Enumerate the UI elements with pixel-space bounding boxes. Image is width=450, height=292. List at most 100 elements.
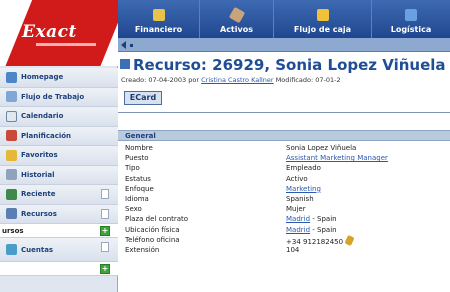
nav-flujo-de-caja[interactable]: Flujo de caja [274,0,372,38]
accounts-icon [6,244,17,255]
page-title: Recurso: 26929, Sonia Lopez Viñuela [120,56,446,74]
sidebar-menu: Homepage Flujo de Trabajo Calendario Pla… [0,68,118,276]
nav-logistica[interactable]: Logística [372,0,450,38]
field-label: Sexo [125,205,142,214]
field-label: Tipo [125,164,140,173]
resource-icon [120,59,130,69]
section-title: General [125,132,156,140]
field-row: Extensión 104 [118,246,450,256]
resources-icon [6,208,17,220]
planning-icon [6,130,17,142]
creator-link[interactable]: Cristina Castro Kallner [201,76,274,84]
page-title-text: Recurso: 26929, Sonia Lopez Viñuela [133,56,446,74]
document-icon[interactable] [101,208,109,219]
document-icon[interactable] [101,189,109,199]
field-row: Plaza del contrato Madrid - Spain [118,215,450,225]
section-header: General [118,130,450,141]
field-row: Puesto Assistant Marketing Manager [118,154,450,164]
sidebar-item-label: Flujo de Trabajo [21,92,85,101]
sidebar-subitem-resources[interactable]: ursos + [0,224,118,238]
field-value-link[interactable]: Madrid [286,215,310,223]
nav-financiero[interactable]: Financiero [118,0,200,38]
sidebar-item-label: Favoritos [21,151,58,160]
field-row: Estatus Activo [118,175,450,185]
sidebar-item-label: Historial [21,170,55,179]
ecard-button[interactable]: ECard [124,91,162,105]
field-value: Spanish [286,194,314,203]
field-value: +34 912182450 [286,237,344,246]
document-icon[interactable] [101,242,109,252]
record-meta: Creado: 07-04-2003 por Cristina Castro K… [121,76,341,84]
sidebar-item-label: Recursos [21,209,57,218]
field-row: Nombre Sonia Lopez Viñuela [118,144,450,154]
nav-activos[interactable]: Activos [200,0,274,38]
tools-icon [228,6,245,24]
resource-detail: General Nombre Sonia Lopez Viñuela Puest… [118,112,450,292]
sidebar-item-homepage[interactable]: Homepage [0,68,118,88]
field-label: Extensión [125,245,160,254]
field-value-suffix: - Spain [310,225,337,234]
nav-label: Activos [220,25,253,34]
field-value-group: +34 912182450 [286,234,355,246]
field-label: Ubicación física [125,225,180,234]
field-row: Ubicación física Madrid - Spain [118,226,450,236]
workflow-icon [6,91,17,103]
money-bag-icon [152,9,165,21]
field-value: 104 [286,245,300,254]
sidebar: Exact Homepage Flujo de Trabajo Calendar… [0,0,118,292]
meta-created: Creado: 07-04-2003 por [121,76,200,84]
sidebar-item-label: Cuentas [21,245,54,254]
field-row: Enfoque Marketing [118,185,450,195]
meta-modified: Modificado: 07-01-2 [275,76,341,84]
nav-label: Logística [390,25,432,34]
field-value: Sonia Lopez Viñuela [286,144,357,152]
field-label: Enfoque [125,184,154,193]
top-navigation: Financiero Activos Flujo de caja Logísti… [118,0,450,38]
field-row: Tipo Empleado [118,164,450,174]
field-label: Nombre [125,144,153,152]
field-value-link[interactable]: Marketing [286,185,321,193]
sidebar-item-resources[interactable]: Recursos [0,204,118,224]
field-label: Estatus [125,174,151,183]
sidebar-item-recent[interactable]: Reciente [0,185,118,205]
history-icon [6,169,17,181]
field-row: Teléfono oficina +34 912182450 [118,234,450,246]
sidebar-item-label: Homepage [21,73,64,82]
sidebar-item-favorites[interactable]: Favoritos [0,146,118,166]
field-value-group: Madrid - Spain [286,226,337,234]
sidebar-item-calendar[interactable]: Calendario [0,107,118,127]
add-account-button[interactable]: + [100,264,110,274]
sidebar-subitem-accounts[interactable]: + [0,262,118,276]
cash-box-icon [316,9,329,21]
field-value-link[interactable]: Madrid [286,226,310,234]
calendar-icon [6,110,17,122]
field-value-group: Madrid - Spain [286,215,337,223]
field-value-link[interactable]: Assistant Marketing Manager [286,154,388,162]
sidebar-item-accounts[interactable]: Cuentas [0,238,118,262]
sidebar-item-label: Reciente [21,190,56,199]
field-value: Activo [286,174,308,183]
logo-text: Exact [22,22,77,42]
add-resource-button[interactable]: + [100,226,110,236]
field-label: Plaza del contrato [125,215,189,224]
sidebar-item-label: Planificación [21,131,72,140]
sidebar-item-history[interactable]: Historial [0,165,118,185]
field-label: Idioma [125,194,149,203]
field-label: Puesto [125,154,149,163]
exact-logo[interactable]: Exact [0,0,118,66]
sidebar-item-workflow[interactable]: Flujo de Trabajo [0,87,118,107]
sidebar-item-label: Calendario [21,112,64,121]
phone-icon[interactable] [344,234,355,246]
collapse-strip [118,38,450,52]
sidebar-item-planning[interactable]: Planificación [0,126,118,146]
collapse-arrow-icon[interactable] [121,41,126,49]
nav-label: Flujo de caja [293,25,352,34]
field-row: Sexo Mujer [118,205,450,215]
field-value: Mujer [286,205,306,214]
favorites-icon [6,149,17,161]
logistics-icon [405,9,417,21]
home-icon [6,71,17,83]
field-value-suffix: - Spain [310,215,337,224]
field-list: Nombre Sonia Lopez Viñuela Puesto Assist… [118,144,450,256]
field-row: Idioma Spanish [118,195,450,205]
